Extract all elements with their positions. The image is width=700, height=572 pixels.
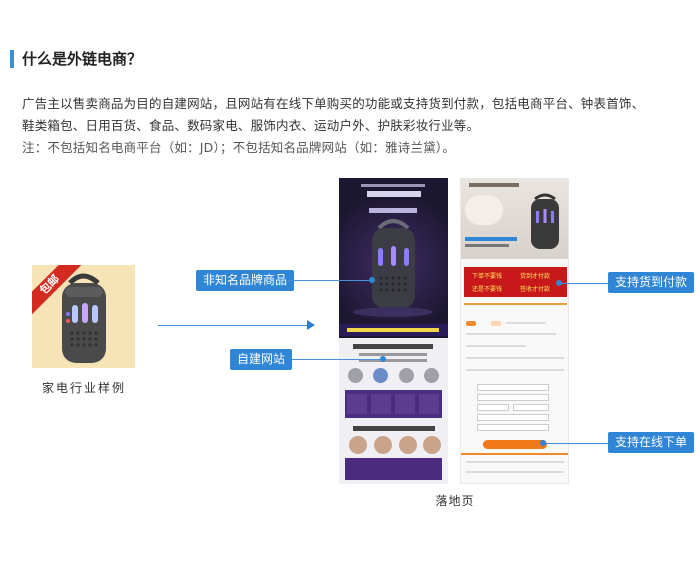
tag-self-built-site: 自建网站 (230, 349, 293, 370)
section-heading: 什么是外链电商？ (22, 50, 143, 68)
mosquito-lamp-icon (62, 273, 106, 363)
landing-page-caption: 落地页 (435, 494, 475, 508)
description-line-1: 广告主以售卖商品为目的自建网站，且网站有在线下单购买的功能或支持货到付款，包括电… (22, 96, 645, 111)
tag-online-order: 支持在线下单 (608, 432, 695, 453)
heading-accent-bar (10, 50, 14, 68)
lp2-submit-order-button (483, 440, 547, 449)
connector-dot-cod-support (556, 280, 562, 286)
tag-non-famous-brand: 非知名品牌商品 (196, 270, 295, 291)
connector-dot-non-famous-brand (369, 277, 375, 283)
flow-arrow-head-icon (307, 320, 315, 330)
connector-dot-online-order (540, 440, 546, 446)
sample-product-image: 包邮 (32, 265, 135, 368)
connector-self-built-site (292, 359, 382, 360)
lp1-hero (339, 178, 448, 320)
lp2-cod-banner: 下单不要钱 货到才付款 还是不要钱 签收才付款 (464, 267, 567, 297)
landing-page-screenshot-left (339, 178, 448, 484)
note-text: 注：不包括知名电商平台（如：JD）；不包括知名品牌网站（如：雅诗兰黛）。 (22, 140, 456, 155)
flow-arrow-line (158, 325, 308, 326)
connector-dot-self-built-site (380, 356, 386, 362)
landing-page-screenshot-right: 下单不要钱 货到才付款 还是不要钱 签收才付款 (460, 178, 569, 484)
tag-cod-support: 支持货到付款 (608, 272, 695, 293)
connector-cod-support (560, 283, 608, 284)
description-line-2: 鞋类箱包、日用百货、食品、数码家电、服饰内衣、运动户外、护肤彩妆行业等。 (22, 118, 480, 133)
lp2-hero (461, 179, 568, 259)
lp2-lamp-icon (531, 193, 559, 249)
sample-caption: 家电行业样例 (41, 381, 126, 395)
connector-online-order (544, 443, 608, 444)
lp1-lamp-icon (353, 219, 433, 317)
connector-non-famous-brand (288, 280, 372, 281)
lp1-band (339, 324, 448, 336)
